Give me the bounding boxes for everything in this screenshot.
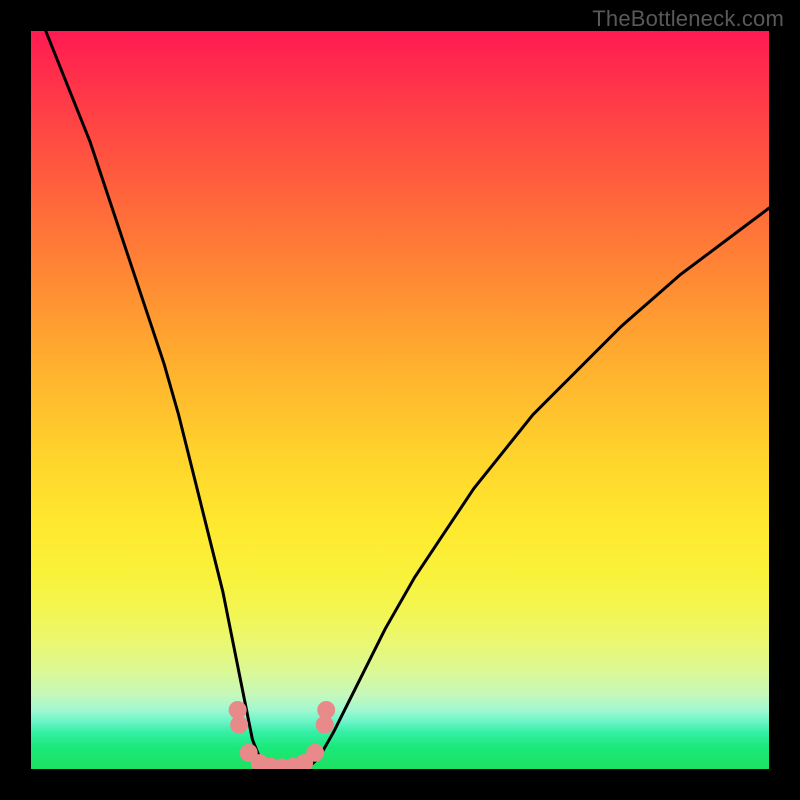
chart-frame: TheBottleneck.com [0, 0, 800, 800]
curve-layer [31, 31, 769, 769]
highlight-dot [230, 716, 248, 734]
plot-area [31, 31, 769, 769]
watermark-text: TheBottleneck.com [592, 6, 784, 32]
highlight-dots-group [229, 701, 336, 769]
highlight-dot [306, 744, 324, 762]
bottleneck-curve [46, 31, 769, 769]
highlight-dot [317, 701, 335, 719]
